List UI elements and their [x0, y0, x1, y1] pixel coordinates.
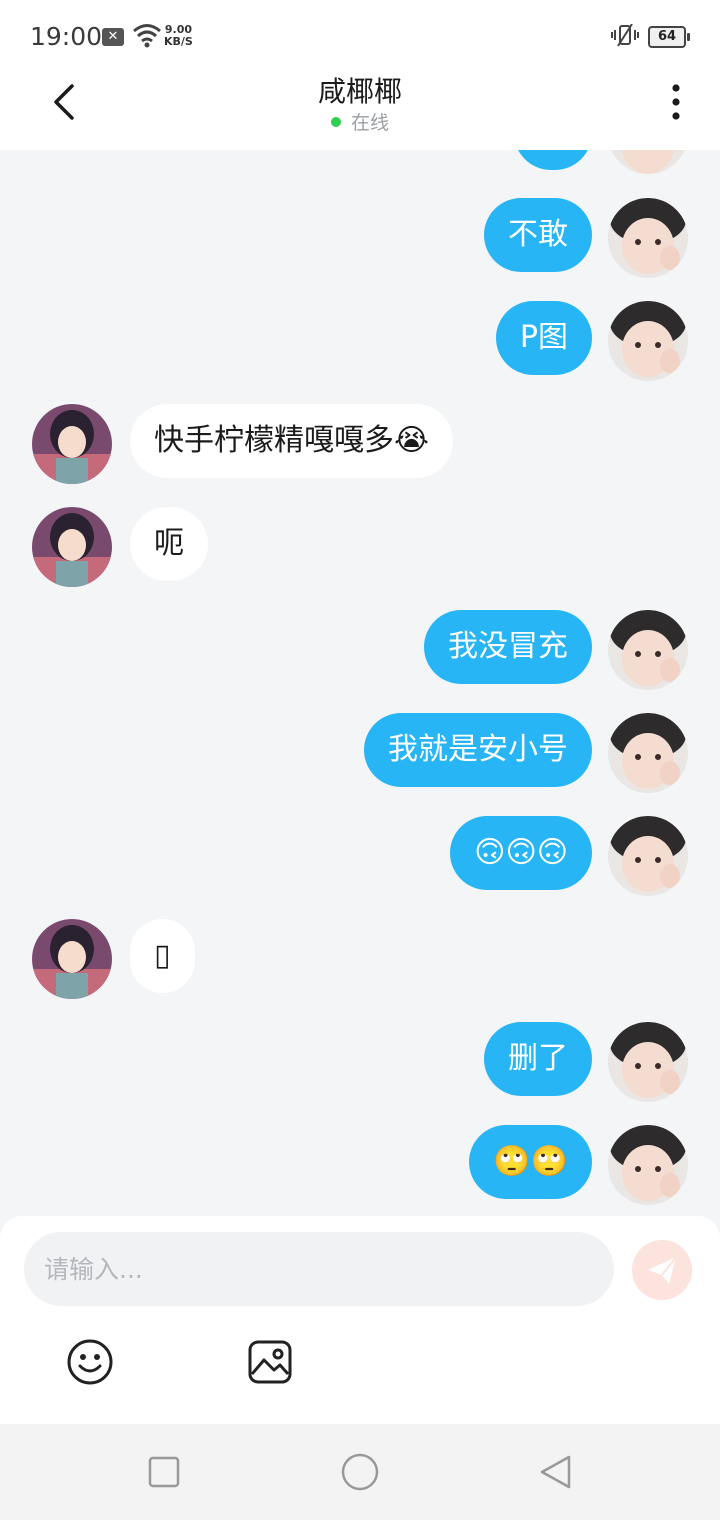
online-dot-icon — [330, 117, 341, 127]
network-speed-unit: KB/S — [164, 35, 193, 48]
message-bubble-outgoing[interactable]: 我没冒充 — [424, 610, 592, 684]
emoji-picker-icon[interactable] — [66, 1338, 114, 1386]
contact-avatar[interactable] — [32, 404, 112, 484]
message-bubble-outgoing[interactable]: P图 — [495, 301, 592, 375]
online-status-label: 在线 — [350, 112, 389, 134]
message-bubble-outgoing[interactable]: 🙄🙄 — [469, 1125, 592, 1199]
online-status: 在线 — [0, 108, 720, 135]
contact-avatar[interactable] — [32, 919, 112, 999]
contact-avatar[interactable] — [32, 507, 112, 587]
wifi-icon — [133, 24, 161, 48]
message-bubble-incoming[interactable]: ▯ — [130, 919, 195, 993]
chat-header: 咸椰椰 在线 — [0, 70, 720, 150]
my-avatar[interactable] — [608, 816, 688, 896]
message-bubble-outgoing[interactable]: 🙃🙃🙃 — [450, 816, 592, 890]
image-picker-icon[interactable] — [246, 1338, 294, 1386]
my-avatar[interactable] — [608, 150, 688, 174]
message-list[interactable]: 不敢 P图 快手柠檬精嘎嘎多😭 呃 我没冒充 我就是安小号 🙃🙃🙃 ▯ 删了 🙄… — [0, 150, 720, 1216]
more-options-icon[interactable] — [660, 82, 692, 122]
status-bar: 19:00 ✕ 9.00 KB/S 64 — [0, 0, 720, 70]
network-speed: 9.00 KB/S — [164, 24, 193, 48]
message-composer — [0, 1216, 720, 1424]
back-nav-icon[interactable] — [538, 1454, 574, 1490]
message-bubble-incoming[interactable]: 快手柠檬精嘎嘎多😭 — [130, 404, 454, 478]
message-input[interactable] — [24, 1232, 614, 1306]
my-avatar[interactable] — [608, 301, 688, 381]
recent-apps-icon[interactable] — [146, 1454, 182, 1490]
send-icon[interactable] — [632, 1240, 692, 1300]
contact-name: 咸椰椰 — [317, 75, 402, 108]
battery-indicator: 64 — [648, 26, 690, 48]
my-avatar[interactable] — [608, 198, 688, 278]
message-bubble-outgoing[interactable]: 我就是安小号 — [364, 713, 592, 787]
my-avatar[interactable] — [608, 713, 688, 793]
message-bubble-outgoing[interactable]: 删了 — [484, 1022, 592, 1096]
my-avatar[interactable] — [608, 1022, 688, 1102]
my-avatar[interactable] — [608, 610, 688, 690]
message-bubble-outgoing-partial[interactable] — [514, 150, 592, 170]
my-avatar[interactable] — [608, 1125, 688, 1205]
vibrate-mode-icon — [611, 24, 639, 47]
notification-x-icon: ✕ — [102, 28, 124, 46]
home-icon[interactable] — [340, 1452, 380, 1492]
message-bubble-outgoing[interactable]: 不敢 — [484, 198, 592, 272]
message-bubble-incoming[interactable]: 呃 — [130, 507, 208, 581]
status-time: 19:00 — [30, 22, 103, 51]
system-navigation-bar — [0, 1424, 720, 1520]
